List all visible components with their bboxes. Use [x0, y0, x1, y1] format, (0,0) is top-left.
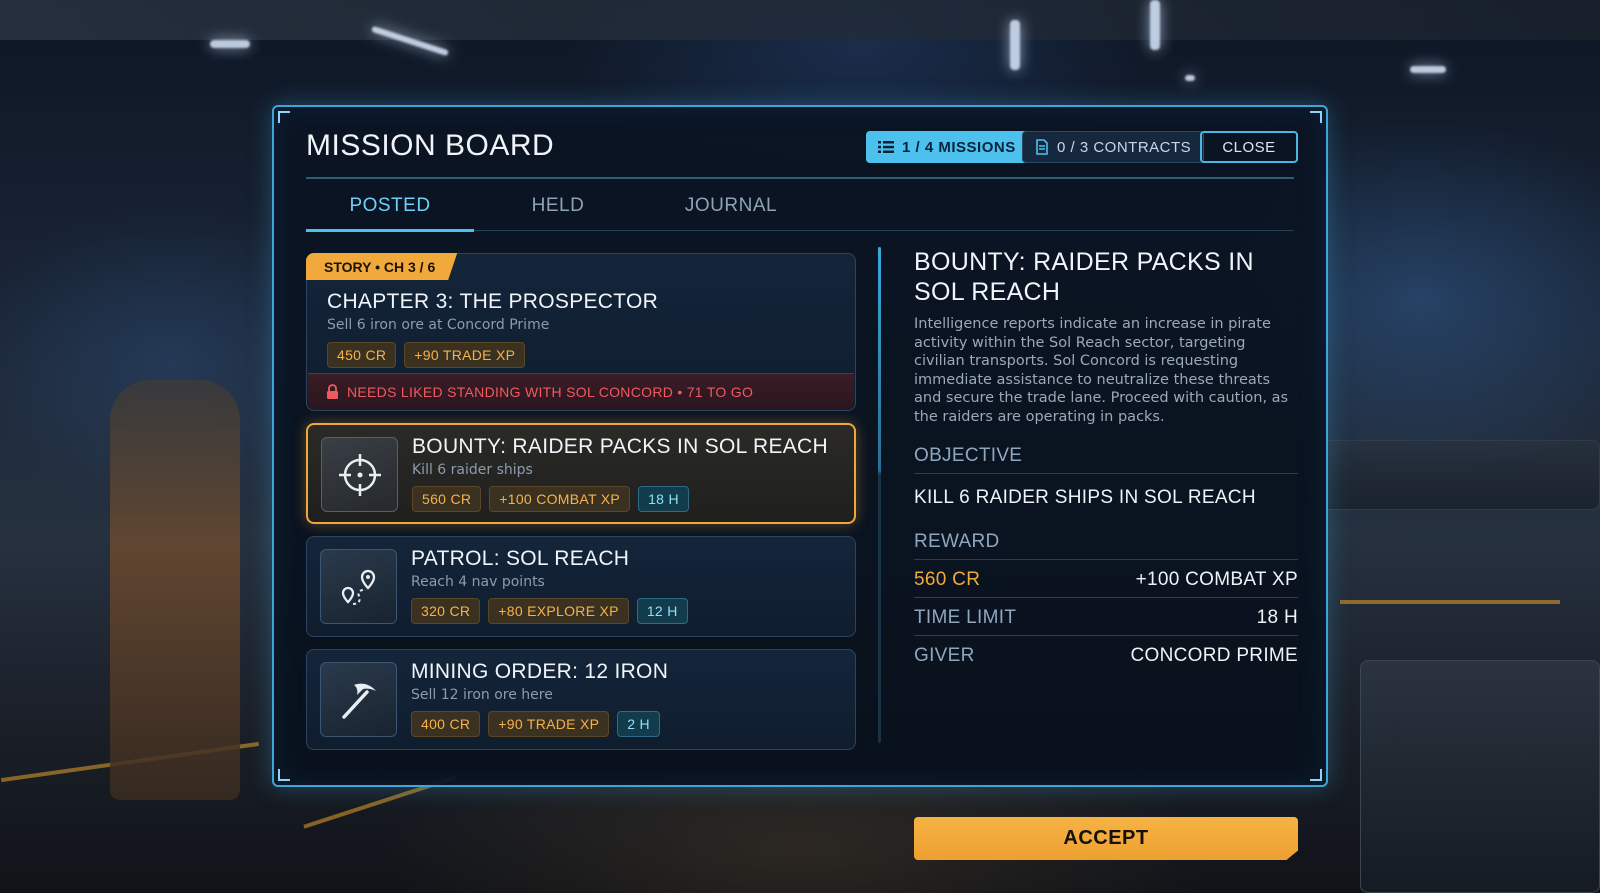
mission-board-panel: MISSION BOARD 1 / 4 MISSIONS 0 / 3 CONTR… [272, 105, 1328, 860]
active-tab-indicator [306, 229, 474, 232]
standing-requirement-banner: NEEDS LIKED STANDING WITH SOL CONCORD • … [308, 373, 854, 409]
xp-chip: +90 TRADE XP [488, 711, 610, 737]
corner-bracket [278, 769, 290, 781]
route-pin-icon [341, 569, 375, 605]
mission-subtitle: Reach 4 nav points [411, 574, 545, 590]
floor-stripe [1340, 600, 1560, 604]
reward-chips: 320 CR +80 EXPLORE XP 12 H [411, 598, 688, 624]
time-limit-row: TIME LIMIT 18 H [914, 607, 1298, 629]
time-limit-value: 18 H [1256, 607, 1298, 628]
mission-subtitle: Kill 6 raider ships [412, 462, 533, 478]
credits-chip: 400 CR [411, 711, 481, 737]
mission-subtitle: Sell 6 iron ore at Concord Prime [327, 317, 550, 333]
corner-bracket [278, 111, 290, 123]
time-chip: 12 H [636, 598, 688, 624]
section-divider [914, 473, 1298, 474]
list-scrollbar[interactable] [878, 247, 881, 743]
reward-row: 560 CR +100 COMBAT XP [914, 569, 1298, 591]
corner-bracket [1310, 111, 1322, 123]
ceiling-beam [0, 0, 1600, 40]
mission-title: PATROL: SOL REACH [411, 547, 630, 570]
mission-title: MINING ORDER: 12 IRON [411, 660, 669, 683]
pilot-figure [110, 380, 240, 800]
close-button-label: CLOSE [1222, 138, 1276, 156]
corner-bracket [1310, 769, 1322, 781]
credits-chip: 450 CR [327, 342, 397, 368]
reward-chips: 400 CR +90 TRADE XP 2 H [411, 711, 660, 737]
accept-button[interactable]: ACCEPT [914, 817, 1298, 860]
xp-chip: +100 COMBAT XP [489, 486, 631, 512]
ceiling-light [1410, 66, 1446, 73]
story-mission-card[interactable]: STORY • CH 3 / 6 CHAPTER 3: THE PROSPECT… [306, 253, 856, 411]
ceiling-light [1185, 75, 1195, 81]
docked-ship [1300, 440, 1600, 510]
contracts-counter-label: 0 / 3 CONTRACTS [1057, 138, 1192, 156]
tab-bar: POSTED HELD JOURNAL [306, 189, 1294, 232]
giver-value: CONCORD PRIME [1130, 645, 1298, 666]
mission-detail-pane: BOUNTY: RAIDER PACKS IN SOL REACH Intell… [914, 247, 1298, 860]
ceiling-light [210, 40, 250, 48]
header-divider [306, 177, 1294, 179]
mission-title: BOUNTY: RAIDER PACKS IN SOL REACH [412, 435, 828, 458]
ceiling-light [1150, 0, 1160, 50]
mission-title: CHAPTER 3: THE PROSPECTOR [327, 290, 659, 313]
time-chip: 2 H [617, 711, 660, 737]
mission-card-patrol[interactable]: PATROL: SOL REACH Reach 4 nav points 320… [306, 536, 856, 637]
detail-description: Intelligence reports indicate an increas… [914, 316, 1289, 425]
giver-row: GIVER CONCORD PRIME [914, 645, 1298, 667]
objective-label: OBJECTIVE [914, 445, 1023, 466]
time-limit-label: TIME LIMIT [914, 607, 1017, 628]
time-chip: 18 H [638, 486, 689, 512]
reward-credits: 560 CR [914, 569, 981, 590]
mission-icon-frame [320, 549, 397, 624]
tab-posted[interactable]: POSTED [306, 195, 474, 217]
mission-card-mining[interactable]: MINING ORDER: 12 IRON Sell 12 iron ore h… [306, 649, 856, 750]
close-button[interactable]: CLOSE [1200, 131, 1298, 163]
list-icon [878, 141, 894, 153]
tab-journal[interactable]: JOURNAL [646, 195, 816, 217]
ceiling-light [1010, 20, 1020, 70]
reward-chips: 560 CR +100 COMBAT XP 18 H [412, 486, 689, 512]
lock-icon [327, 384, 338, 399]
cargo-crate [1360, 660, 1600, 893]
mission-icon-frame [321, 437, 398, 512]
detail-title: BOUNTY: RAIDER PACKS IN SOL REACH [914, 248, 1254, 306]
missions-counter-label: 1 / 4 MISSIONS [902, 138, 1016, 156]
contracts-counter: 0 / 3 CONTRACTS [1022, 131, 1205, 163]
section-divider [914, 597, 1298, 598]
contract-icon [1036, 139, 1048, 155]
objective-text: KILL 6 RAIDER SHIPS IN SOL REACH [914, 487, 1256, 508]
reward-chips: 450 CR +90 TRADE XP [327, 342, 526, 368]
mission-card-bounty[interactable]: BOUNTY: RAIDER PACKS IN SOL REACH Kill 6… [306, 423, 856, 524]
reward-xp: +100 COMBAT XP [1135, 569, 1298, 590]
reward-label: REWARD [914, 531, 1000, 552]
section-divider [914, 559, 1298, 560]
credits-chip: 560 CR [412, 486, 482, 512]
mission-icon-frame [320, 662, 397, 737]
xp-chip: +90 TRADE XP [404, 342, 526, 368]
missions-counter: 1 / 4 MISSIONS [866, 131, 1028, 163]
tab-held[interactable]: HELD [474, 195, 642, 217]
giver-label: GIVER [914, 645, 975, 666]
mission-subtitle: Sell 12 iron ore here [411, 687, 553, 703]
story-chapter-tag: STORY • CH 3 / 6 [306, 253, 458, 280]
crosshair-icon [338, 453, 381, 496]
pickaxe-icon [341, 683, 376, 719]
xp-chip: +80 EXPLORE XP [488, 598, 629, 624]
section-divider [914, 635, 1298, 636]
credits-chip: 320 CR [411, 598, 481, 624]
panel-title: MISSION BOARD [306, 129, 555, 162]
standing-requirement-text: NEEDS LIKED STANDING WITH SOL CONCORD • … [347, 383, 754, 400]
